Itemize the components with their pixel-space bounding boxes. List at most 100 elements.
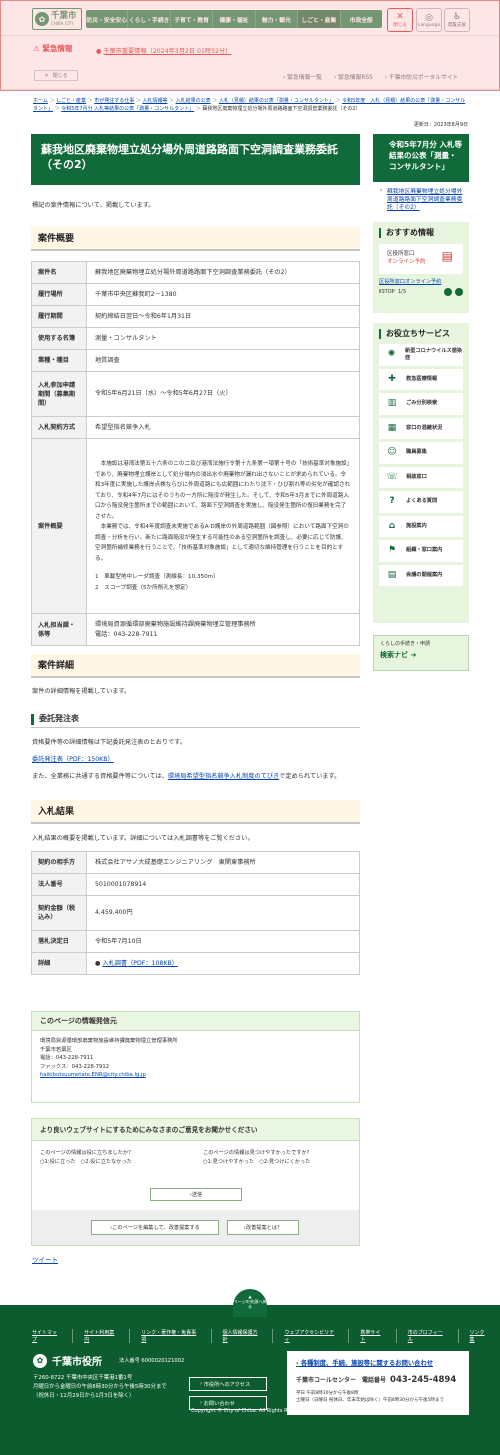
call-label: 電話番号 (362, 1377, 387, 1384)
stop-button[interactable]: STOP (381, 289, 394, 295)
service-item[interactable]: ? よくある質問 (379, 491, 463, 513)
bid-record-pdf-link[interactable]: 入札調書（PDF：108KB） (102, 960, 177, 967)
breadcrumb-link[interactable]: 入札結果の公表 (176, 98, 211, 104)
accessibility-button[interactable]: ♿ 閲覧支援 (444, 8, 470, 32)
feedback-question-1: このページの情報は役に立ちましたか？ ○1:役に立った ○2:役に立たなかった (40, 1149, 133, 1167)
section-heading-overview: 案件概要 (31, 227, 360, 251)
summary-list-item: 1 車載型地中レーダ調査（測線長：10,350m） (95, 574, 219, 580)
sidebar-page-link[interactable]: 蘇我地区廃棄物埋立処分場外周道路路面下空洞調査業務委託（その2） (373, 182, 469, 216)
what-is-proposal-button[interactable]: › 改善提案とは？ (227, 1220, 299, 1235)
table-row: 使用する名簿 測量・コンサルタント (31, 327, 360, 350)
emergency-link-text[interactable]: 緊急情報RSS (338, 75, 373, 81)
emergency-link[interactable]: › 緊急情報RSS (334, 72, 373, 81)
row-value: 千葉市中央区蘇我町2－1380 (86, 283, 360, 306)
tweet-link[interactable]: ツイート (32, 1254, 58, 1264)
footer-link[interactable]: リンク・著作権・免責事項 (130, 1329, 212, 1343)
service-item[interactable]: ☺ 職員募集 (379, 442, 463, 464)
row-header: 入札契約方式 (31, 416, 87, 439)
page-title: 蘇我地区廃棄物埋立処分場外周道路路面下空洞調査業務委託（その2） (31, 134, 360, 185)
gnav-item[interactable]: 魅力・観光 (256, 10, 299, 28)
corporate-number: 法人番号 6000020121002 (119, 1358, 185, 1364)
radio-label[interactable]: 2:役に立たなかった (85, 1159, 132, 1165)
breadcrumb-link[interactable]: 令和5年7月分 入札等結果の公表「測量・コンサルタント」 (61, 106, 194, 112)
footer-link[interactable]: サイトマップ (32, 1329, 74, 1343)
edit-proposal-button[interactable]: › このページを編集して、改善提案する (91, 1220, 219, 1235)
gnav-item-active[interactable]: しごと・産業 (298, 10, 341, 28)
emergency-link-text[interactable]: 緊急情報一覧 (287, 75, 322, 81)
logo-title: 千葉市 (51, 11, 77, 21)
emergency-link-text[interactable]: 千葉市防災ポータルサイト (389, 75, 459, 81)
call-title[interactable]: 各種制度、手続、施設等に関するお問い合わせ (301, 1360, 433, 1367)
call-center-link[interactable]: › 各種制度、手続、施設等に関するお問い合わせ (296, 1358, 460, 1367)
gnav-item[interactable]: 防災・安全安心 (86, 10, 129, 28)
breadcrumb: ホーム ＞ しごと・産業 ＞ 市が発注する仕事 ＞ 入札情報等 ＞ 入札結果の公… (33, 98, 466, 112)
radio-label[interactable]: 2:見つけにくかった (264, 1159, 310, 1165)
table-row: 履行場所 千葉市中央区蘇我町2－1380 (31, 283, 360, 306)
service-label: 組織・窓口案内 (406, 547, 443, 554)
info-line: 千葉市若葉区 (40, 1046, 72, 1053)
service-item[interactable]: ▤ 会議の開催案内 (379, 564, 463, 586)
footer-name-text: 千葉市役所 (52, 1357, 102, 1368)
service-item[interactable]: ✚ 救急医療情報 (379, 368, 463, 390)
breadcrumb-link[interactable]: ホーム (33, 98, 48, 104)
gnav-item[interactable]: 健康・福祉 (213, 10, 256, 28)
page-top-button[interactable]: ▲ ページの先頭へ戻る (233, 1289, 267, 1317)
footer-link[interactable]: サイト利用案内 (73, 1329, 131, 1343)
send-button[interactable]: › 送信 (150, 1188, 242, 1201)
recommend-caption-link[interactable]: 区役所窓口オンライン予約 (379, 278, 463, 285)
footer-link[interactable]: リンク集 (459, 1329, 500, 1343)
emergency-label: ⚠ 緊急情報 (33, 43, 72, 54)
service-item[interactable]: ▦ 窓口の混雑状況 (379, 417, 463, 439)
row-value: 環境局資源循環部廃棄物施設維持課廃棄物埋立管理事務所 電話：043-228-791… (86, 613, 360, 646)
breadcrumb-link[interactable]: 入札情報等 (142, 98, 167, 104)
gnav-item[interactable]: くらし・手続き (128, 10, 171, 28)
navi-subtitle: くらしの手続き・申請 (380, 641, 431, 647)
gnav-item[interactable]: 子育て・教育 (171, 10, 214, 28)
intro-text: 標記の案件情報について、掲載しています。 (32, 202, 155, 209)
service-item[interactable]: ✺ 新型コロナウイルス感染症 (379, 344, 463, 366)
service-item[interactable]: ⌂ 施設案内 (379, 515, 463, 537)
results-table: 契約の相手方 株式会社アサノ大成基礎エンジニアリング 東関東事務所 法人番号 501… (31, 851, 360, 975)
access-button[interactable]: › 市役所へのアクセス (189, 1377, 267, 1391)
support-label: 閲覧支援 (448, 23, 466, 28)
details-text-b: で定められています。 (279, 773, 341, 780)
breadcrumb-link[interactable]: 市が発注する仕事 (94, 98, 134, 104)
breadcrumb-link[interactable]: 入札（見積）結果の公表「測量・コンサルタント」 (219, 98, 334, 104)
service-label: 窓口の混雑状況 (406, 424, 443, 431)
close-menu-button[interactable]: ✕ 閉じる (387, 8, 413, 32)
procedure-navi-banner[interactable]: くらしの手続き・申請 検索ナビ ➜ (373, 635, 469, 671)
language-button[interactable]: ◎ Language (416, 8, 442, 32)
footer-link[interactable]: 市のプロフィール (397, 1329, 459, 1343)
guide-link[interactable]: 環境局希望型指名競争入札制度のてびき (168, 773, 279, 780)
emergency-news-item[interactable]: ● 千葉市重要情報（2024年3月2日 01時52分） (96, 46, 231, 55)
recommend-card[interactable]: 区役所窓口 オンライン予約 ▤ (379, 244, 463, 274)
emergency-link[interactable]: › 千葉市防災ポータルサイト (385, 72, 459, 81)
breadcrumb-link[interactable]: しごと・産業 (56, 98, 86, 104)
service-label: 会議の開催案内 (406, 571, 443, 578)
radio-label[interactable]: 1:見つけやすかった (208, 1159, 255, 1165)
gnav-item[interactable]: 市政全般 (341, 10, 382, 28)
service-label: ごみ分別検索 (406, 400, 438, 407)
footer-link[interactable]: 携帯サイト (349, 1329, 397, 1343)
footer-link[interactable]: 個人情報保護方針 (212, 1329, 274, 1343)
service-item[interactable]: ⚑ 組織・窓口案内 (379, 540, 463, 562)
row-header: 使用する名簿 (31, 327, 87, 350)
site-logo[interactable]: ✿ 千葉市 CHIBA CITY (32, 8, 82, 30)
order-table-pdf-link[interactable]: 委託発注表（PDF：150KB） (32, 756, 114, 763)
table-row: 入札担当課・係等 環境局資源循環部廃棄物施設維持課廃棄物埋立管理事務所 電話：04… (31, 613, 360, 646)
emergency-close-button[interactable]: ✕ 閉じる (34, 70, 78, 81)
emergency-news-link[interactable]: 千葉市重要情報（2024年3月2日 01時52分） (103, 48, 231, 55)
table-row: 案件名 蘇我地区廃棄物埋立処分場外周道路路面下空洞調査業務委託（その2） (31, 261, 360, 284)
service-label: 新型コロナウイルス感染症 (405, 347, 463, 361)
emergency-link[interactable]: › 緊急情報一覧 (283, 72, 322, 81)
access-label: 市役所へのアクセス (203, 1381, 251, 1388)
footer-link[interactable]: ウェブアクセシビリティ (273, 1329, 350, 1343)
row-header: 法人番号 (31, 873, 87, 896)
sidebar-section-title[interactable]: 令和5年7月分 入札等結果の公表「測量・コンサルタント」 (373, 134, 469, 182)
service-item[interactable]: ☏ 相談窓口 (379, 466, 463, 488)
radio-label[interactable]: 1:役に立った (45, 1159, 76, 1165)
next-slide-button[interactable] (455, 288, 463, 296)
service-item[interactable]: ▥ ごみ分別検索 (379, 393, 463, 415)
info-email-link[interactable]: haikibutsuumetate.ENR@city.chiba.lg.jp (40, 1071, 351, 1080)
prev-slide-button[interactable] (444, 288, 452, 296)
